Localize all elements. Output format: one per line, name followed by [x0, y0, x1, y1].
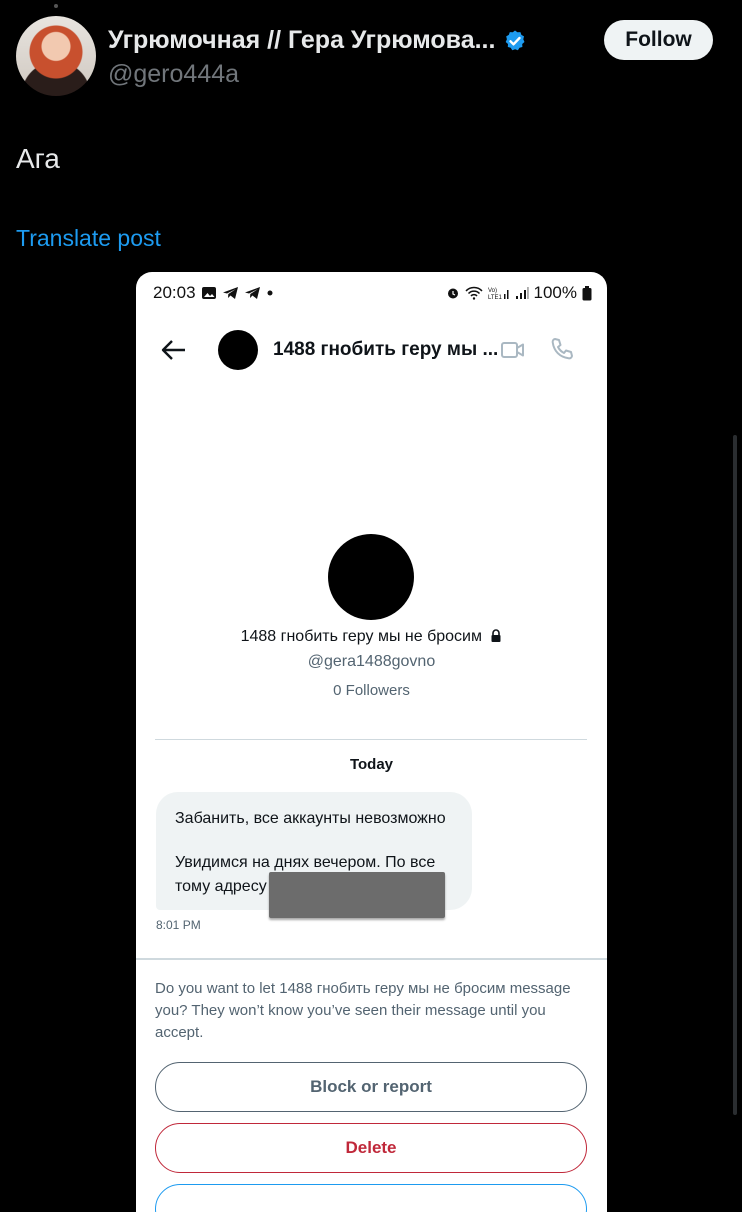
verified-badge-icon [506, 30, 525, 50]
author-avatar[interactable] [16, 16, 96, 96]
conversation-title[interactable]: 1488 гнобить геру мы ... [273, 339, 498, 361]
profile-followers-count[interactable]: 0 Followers [136, 682, 607, 699]
scrollbar[interactable] [733, 435, 737, 1115]
battery-icon [582, 285, 592, 300]
svg-text:LTE1: LTE1 [488, 295, 503, 300]
status-time: 20:03 [153, 283, 196, 302]
author-handle[interactable]: @gero444a [108, 60, 239, 89]
accept-button[interactable] [155, 1184, 587, 1212]
author-display-name[interactable]: Угрюмочная // Гера Угрюмова... [108, 26, 495, 55]
wifi-calling-icon [464, 286, 483, 300]
message-request-prompt: Do you want to let 1488 гнобить геру мы … [155, 980, 571, 1041]
telegram-notification-icon-2 [244, 287, 260, 299]
telegram-notification-icon [222, 287, 238, 299]
day-separator: Today [349, 756, 394, 773]
phone-icon[interactable] [549, 336, 575, 362]
alarm-icon [447, 288, 458, 299]
post-text: Ага [16, 143, 60, 174]
status-right: Vo) LTE1 100% [446, 283, 592, 303]
block-or-report-button[interactable]: Block or report [155, 1062, 587, 1112]
more-notifications-dot-icon [267, 290, 273, 296]
message-line: Забанить, все аккаунты невозможно [175, 810, 446, 827]
back-arrow-icon[interactable] [160, 336, 188, 364]
video-camera-icon[interactable] [500, 337, 526, 363]
volte-signal-icon: Vo)LTE1 [488, 288, 509, 300]
profile-name: 1488 гнобить геру мы не бросим [136, 628, 607, 646]
status-left: 20:03 [153, 283, 274, 303]
battery-percent: 100% [533, 283, 577, 302]
profile-handle: @gera1488govno [307, 653, 436, 670]
conversation-avatar[interactable] [218, 330, 258, 370]
gallery-notification-icon [201, 287, 216, 299]
message-line: тому адресу [175, 878, 267, 895]
message-timestamp: 8:01 PM [156, 918, 201, 932]
svg-text:Vo): Vo) [488, 288, 497, 294]
profile-name-text: 1488 гнобить геру мы не бросим [240, 628, 482, 645]
translate-post-link[interactable]: Translate post [16, 225, 161, 252]
redaction-box [269, 872, 445, 918]
top-indicator-dot [54, 4, 58, 8]
author-name-row: Угрюмочная // Гера Угрюмова... [108, 26, 527, 55]
lock-icon [491, 629, 501, 642]
follow-button[interactable]: Follow [604, 20, 713, 60]
delete-button[interactable]: Delete [155, 1123, 587, 1173]
section-divider [155, 739, 587, 740]
profile-avatar[interactable] [328, 534, 414, 620]
signal-bars-icon [515, 287, 529, 299]
chat-header: 1488 гнобить геру мы ... [136, 328, 607, 372]
phone-status-bar: 20:03 Vo) LTE1 100% [153, 282, 592, 304]
attached-screenshot[interactable]: 20:03 Vo) LTE1 100% 1488 гнобить геру мы … [136, 272, 607, 1212]
request-divider [136, 958, 607, 960]
message-line: Увидимся на днях вечером. По все [175, 854, 436, 871]
